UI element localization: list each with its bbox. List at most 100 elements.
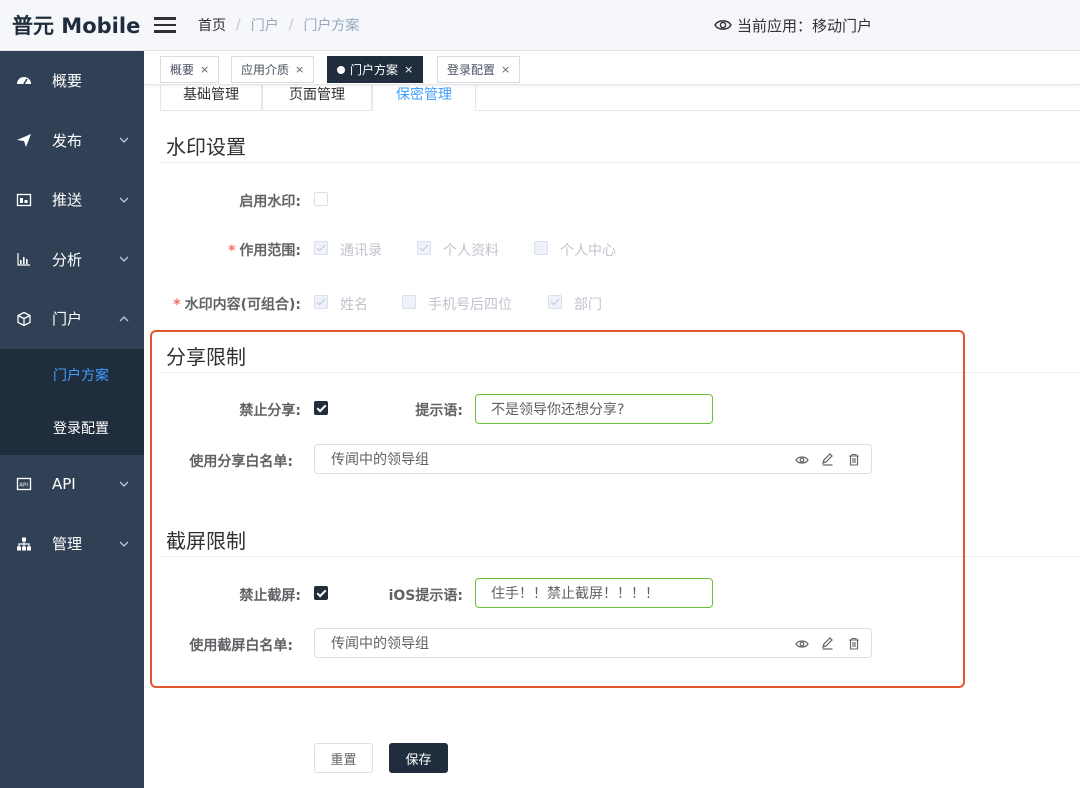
chevron-down-icon — [119, 137, 129, 144]
svg-text:API: API — [19, 483, 28, 489]
forbid-screenshot-label: 禁止截屏: — [239, 588, 301, 604]
chevron-down-icon — [119, 481, 129, 488]
sidebar: 普元 Mobile 概要 发布 推送 分析 门户 门户方案 登录配置 API A… — [0, 0, 144, 788]
breadcrumb-separator: / — [236, 17, 241, 33]
content-department-label: 部门 — [574, 297, 602, 313]
forbid-share-checkbox[interactable] — [314, 401, 328, 415]
tag-label: 应用介质 — [241, 63, 290, 77]
tag-overview[interactable]: 概要 × — [160, 56, 220, 83]
content-name-checkbox[interactable] — [314, 295, 328, 309]
tag-label: 登录配置 — [447, 63, 496, 77]
sidebar-item-label: 分析 — [52, 250, 83, 269]
chevron-down-icon — [119, 541, 129, 547]
scope-contacts-label: 通讯录 — [340, 243, 382, 259]
forbid-screenshot-checkbox[interactable] — [314, 586, 328, 600]
close-icon[interactable]: × — [200, 63, 209, 76]
screenshot-whitelist-field[interactable]: 传闻中的领导组 — [314, 628, 872, 658]
scope-profile-label: 个人资料 — [443, 243, 499, 259]
share-hint-input[interactable]: 不是领导你还想分享? — [475, 394, 713, 424]
scope-contacts-checkbox[interactable] — [314, 241, 328, 255]
sidebar-item-label: 概要 — [52, 72, 83, 91]
content-department-checkbox[interactable] — [548, 295, 562, 309]
content-name-label: 姓名 — [340, 297, 368, 313]
share-whitelist-label: 使用分享白名单: — [189, 454, 293, 470]
breadcrumb-home[interactable]: 首页 — [198, 15, 226, 35]
scope-profile-checkbox[interactable] — [417, 241, 431, 255]
chart-icon — [16, 251, 32, 267]
hamburger-menu-icon[interactable] — [154, 17, 176, 33]
sidebar-item-portal-scheme[interactable]: 门户方案 — [0, 349, 144, 402]
dashboard-icon — [16, 73, 32, 89]
chevron-up-icon — [119, 315, 129, 322]
chevron-down-icon — [119, 197, 129, 203]
screenshot-whitelist-label: 使用截屏白名单: — [189, 638, 293, 654]
sidebar-item-label: API — [52, 475, 76, 494]
enable-watermark-checkbox[interactable] — [314, 192, 328, 206]
save-button[interactable]: 保存 — [389, 743, 448, 773]
tag-app-media[interactable]: 应用介质 × — [231, 56, 315, 83]
scope-personal-center-checkbox[interactable] — [534, 241, 548, 255]
breadcrumb-portal-scheme: 门户方案 — [303, 18, 360, 34]
eye-icon[interactable] — [794, 452, 809, 467]
tags-view: 概要 × 应用介质 × 门户方案 × 登录配置 × — [144, 51, 1080, 85]
tag-portal-scheme[interactable]: 门户方案 × — [327, 56, 424, 83]
sidebar-item-analytics[interactable]: 分析 — [0, 230, 144, 290]
sidebar-item-portal[interactable]: 门户 — [0, 289, 144, 349]
sidebar-item-label: 门户 — [52, 310, 83, 329]
sidebar-item-api[interactable]: API API — [0, 455, 144, 515]
screenshot-section-title: 截屏限制 — [166, 529, 246, 553]
sidebar-item-manage[interactable]: 管理 — [0, 514, 144, 574]
watermark-section-title: 水印设置 — [166, 135, 246, 159]
breadcrumb-separator: / — [288, 17, 294, 33]
whitelist-actions — [794, 636, 861, 651]
current-app-label: 当前应用：移动门户 — [737, 16, 873, 35]
portal-submenu: 门户方案 登录配置 — [0, 348, 144, 455]
active-dot-icon — [337, 65, 345, 74]
sidebar-item-label: 发布 — [52, 131, 83, 150]
scope-personal-center-label: 个人中心 — [560, 243, 616, 259]
divider — [160, 372, 1080, 373]
close-icon[interactable]: × — [404, 63, 413, 76]
tag-label: 概要 — [170, 63, 195, 77]
delete-icon[interactable] — [846, 452, 861, 467]
screenshot-whitelist-value: 传闻中的领导组 — [331, 636, 429, 652]
sidebar-item-push[interactable]: 推送 — [0, 170, 144, 230]
scope-label: * 作用范围: — [228, 243, 301, 259]
top-navbar: 首页 / 门户 / 门户方案 当前应用：移动门户 — [144, 0, 1080, 51]
content-phone-checkbox[interactable] — [402, 295, 416, 309]
current-app-indicator: 当前应用：移动门户 — [714, 15, 872, 36]
edit-icon[interactable] — [820, 636, 835, 651]
sitemap-icon — [16, 536, 32, 552]
ios-hint-input[interactable]: 住手！！禁止截屏！！！！ — [475, 578, 713, 608]
eye-icon[interactable] — [794, 636, 809, 651]
sidebar-item-publish[interactable]: 发布 — [0, 111, 144, 171]
edit-icon[interactable] — [820, 452, 835, 467]
sidebar-item-label: 推送 — [52, 191, 83, 210]
chevron-down-icon — [119, 256, 129, 263]
share-whitelist-value: 传闻中的领导组 — [331, 452, 429, 468]
breadcrumb-portal: 门户 — [250, 18, 279, 34]
cube-icon — [16, 311, 32, 327]
watermark-content-label: * 水印内容(可组合): — [173, 297, 301, 313]
delete-icon[interactable] — [846, 636, 861, 651]
sidebar-item-label: 管理 — [52, 535, 83, 554]
share-whitelist-field[interactable]: 传闻中的领导组 — [314, 444, 872, 474]
sidebar-item-login-config[interactable]: 登录配置 — [0, 402, 144, 455]
divider — [160, 162, 1080, 163]
sidebar-item-overview[interactable]: 概要 — [0, 51, 144, 111]
share-hint-label: 提示语: — [415, 403, 463, 419]
close-icon[interactable]: × — [501, 63, 510, 76]
whitelist-actions — [794, 452, 861, 467]
push-icon — [16, 192, 32, 208]
enable-watermark-label: 启用水印: — [239, 194, 301, 210]
eye-icon — [714, 20, 732, 30]
ios-hint-label: iOS提示语: — [388, 588, 463, 604]
reset-button[interactable]: 重置 — [314, 743, 373, 773]
brand-logo: 普元 Mobile — [0, 0, 144, 51]
api-icon: API — [16, 476, 32, 492]
forbid-share-label: 禁止分享: — [239, 403, 301, 419]
content-phone-label: 手机号后四位 — [428, 297, 512, 313]
divider — [160, 556, 1080, 557]
tag-login-config[interactable]: 登录配置 × — [437, 56, 521, 83]
close-icon[interactable]: × — [295, 63, 304, 76]
